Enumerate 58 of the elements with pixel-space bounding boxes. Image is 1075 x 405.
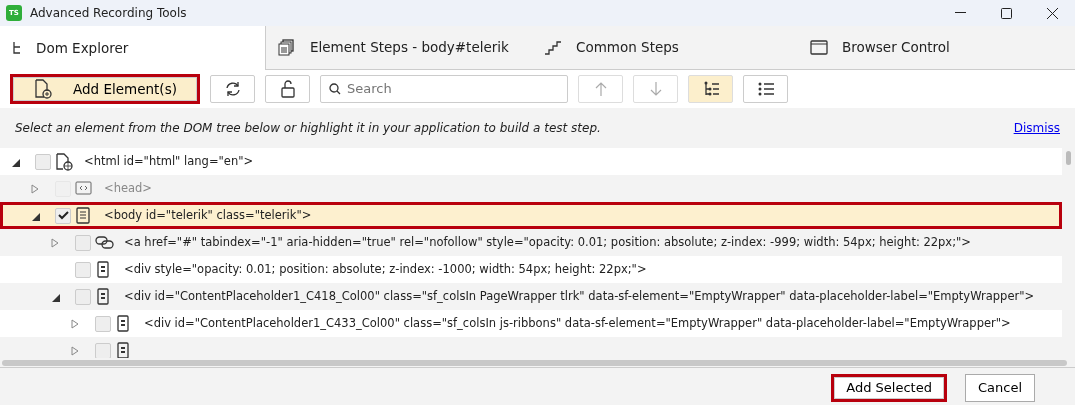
stairs-icon — [544, 39, 562, 56]
checkbox[interactable] — [95, 342, 111, 358]
maximize-icon — [1000, 7, 1012, 19]
link-icon — [95, 233, 114, 252]
bulleted-list-icon — [756, 80, 775, 98]
unlock-button[interactable] — [265, 75, 310, 103]
expanded-icon — [30, 211, 40, 221]
checkbox[interactable] — [95, 315, 111, 332]
tab[interactable]: Dom Explorer — [0, 26, 266, 70]
expanded-icon — [50, 292, 60, 302]
node-label: <div id="ContentPlaceholder1_C418_Col00" class="sf_colsIn PageWrapper tlrk" data-sf-element="EmptyWrapper" data-placeholder-label="EmptyWrapper"> — [124, 287, 1035, 305]
refresh-icon — [223, 80, 242, 98]
add-file-icon — [33, 79, 54, 99]
node-label: <html id="html" lang="en"> — [84, 152, 254, 170]
scrollbar-thumb[interactable] — [2, 360, 1067, 366]
collapsed-icon — [51, 238, 59, 248]
list-view-button[interactable] — [743, 75, 788, 103]
unlocked-padlock-icon — [278, 80, 297, 98]
dismiss-link[interactable]: Dismiss — [1013, 119, 1060, 137]
checkbox[interactable] — [75, 261, 91, 278]
add-selected-button[interactable]: Add Selected — [831, 373, 947, 402]
search-field[interactable]: Search — [320, 75, 568, 103]
node-label: <div style="opacity: 0.01; position: absolute; z-index: -1000; width: 54px; height: 22px;"> — [124, 260, 647, 278]
tree-row[interactable]: <body id="telerik" class="telerik"> — [0, 202, 1062, 229]
close-icon — [1046, 7, 1058, 19]
web-page-icon — [55, 152, 74, 171]
refresh-button[interactable] — [210, 75, 255, 103]
node-label: <body id="telerik" class="telerik"> — [104, 206, 312, 224]
tree-row[interactable]: <html id="html" lang="en"> — [0, 148, 1062, 175]
tree-row[interactable]: <div style="opacity: 0.01; position: absolute; z-index: -1000; width: 54px; height: 22px;"> — [0, 256, 1062, 283]
checkbox[interactable] — [55, 207, 71, 224]
tab[interactable]: Browser Control — [798, 26, 1064, 69]
collapsed-icon — [31, 184, 39, 194]
add-element-button[interactable]: Add Element(s) — [10, 74, 200, 104]
tree-row[interactable]: <div id="ContentPlaceholder1_C433_Col00" class="sf_colsIn js-ribbons" data-sf-element="EmptyWrapper" data-placeholder-label="EmptyWrapper"> — [0, 310, 1062, 337]
node-label: <a href="#" tabindex="-1" aria-hidden="true" rel="nofollow" style="opacity: 0.01; position: absolute; z-index: -999; width: 54px; height: 22px;"> — [124, 233, 971, 251]
collapsed-icon — [71, 346, 79, 356]
node-label: <div id="ContentPlaceholder1_C433_Col00" class="sf_colsIn js-ribbons" data-sf-element="EmptyWrapper" data-placeholder-label="EmptyWrapper"> — [144, 314, 1011, 332]
info-message: Select an element from the DOM tree below or highlight it in your application to build a test step. — [15, 120, 601, 137]
tab[interactable]: Element Steps - body#telerik — [266, 26, 532, 69]
tab[interactable]: Common Steps — [532, 26, 798, 69]
scrollbar-thumb[interactable] — [1066, 151, 1071, 165]
stack-icon — [278, 39, 296, 56]
minimize-icon — [954, 12, 966, 14]
browser-window-icon — [810, 39, 828, 56]
checkmark-icon — [57, 211, 69, 220]
cancel-button[interactable]: Cancel — [964, 373, 1035, 402]
tree-view-button[interactable] — [688, 75, 733, 103]
collapsed-icon — [71, 319, 79, 329]
checkbox[interactable] — [75, 288, 91, 305]
node-label: <head> — [104, 179, 152, 197]
checkbox[interactable] — [35, 153, 51, 170]
checkbox[interactable] — [75, 234, 91, 251]
tree-icon — [12, 41, 22, 55]
expanded-icon — [10, 157, 20, 167]
code-icon — [75, 179, 94, 198]
window-title: Advanced Recording Tools — [30, 5, 187, 22]
search-icon — [329, 83, 341, 95]
